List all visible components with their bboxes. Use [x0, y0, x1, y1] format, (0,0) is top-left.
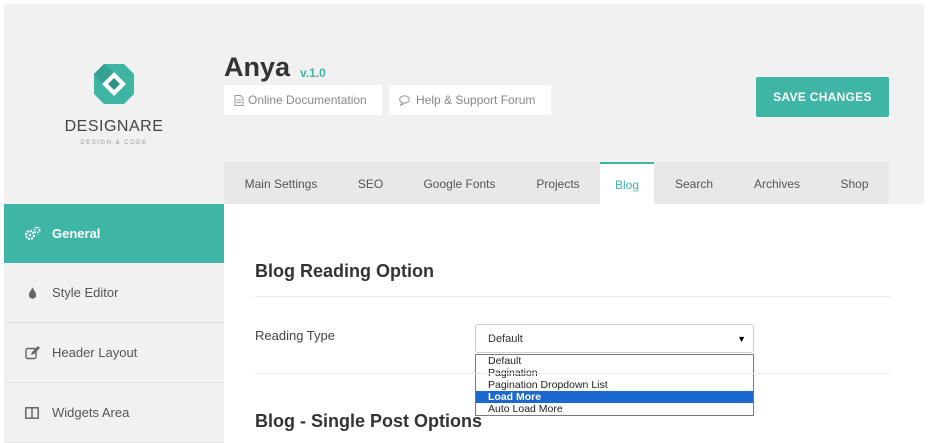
- caret-down-icon: ▼: [737, 334, 746, 344]
- brand-name: DESIGNARE: [64, 118, 164, 135]
- save-changes-button[interactable]: SAVE CHANGES: [756, 77, 889, 117]
- dropdown-option[interactable]: Default: [476, 355, 753, 367]
- gears-icon: [22, 226, 42, 241]
- reading-type-label: Reading Type: [255, 328, 335, 343]
- reading-type-dropdown: Default Pagination Pagination Dropdown L…: [475, 354, 754, 416]
- tab-seo[interactable]: SEO: [338, 162, 403, 204]
- help-support-forum-button[interactable]: Help & Support Forum: [389, 85, 551, 115]
- online-documentation-button[interactable]: Online Documentation: [224, 85, 382, 115]
- sidebar-item-label: General: [52, 226, 101, 241]
- dropdown-option[interactable]: Auto Load More: [476, 403, 753, 415]
- sidebar-item-label: Header Layout: [52, 345, 138, 360]
- theme-options-panel: DESIGNARE DESIGN & CODE Anya v.1.0 Onlin…: [4, 4, 924, 443]
- tab-projects[interactable]: Projects: [516, 162, 600, 204]
- theme-version: v.1.0: [300, 66, 326, 80]
- content-area: Blog Reading Option Reading Type Default…: [224, 204, 924, 443]
- tab-blog[interactable]: Blog: [600, 162, 654, 204]
- divider: [255, 373, 891, 374]
- sidebar-item-label: Widgets Area: [52, 405, 130, 420]
- dropdown-option[interactable]: Pagination Dropdown List: [476, 379, 753, 391]
- columns-icon: [22, 406, 42, 419]
- sidebar-item-header-layout[interactable]: Header Layout: [4, 323, 224, 383]
- document-icon: [234, 94, 244, 106]
- sidebar: General Style Editor Header Layout Widge…: [4, 204, 224, 443]
- comments-icon: [399, 94, 410, 106]
- divider: [255, 296, 891, 297]
- dropdown-option-highlighted[interactable]: Load More: [476, 391, 753, 403]
- sidebar-item-widgets-area[interactable]: Widgets Area: [4, 383, 224, 443]
- reading-type-select[interactable]: Default ▼: [475, 324, 754, 353]
- sidebar-item-general[interactable]: General: [4, 204, 224, 263]
- help-support-forum-label: Help & Support Forum: [416, 93, 536, 107]
- section-title-single-post: Blog - Single Post Options: [255, 411, 482, 431]
- reading-type-value: Default: [488, 333, 523, 345]
- tab-archives[interactable]: Archives: [734, 162, 820, 204]
- settings-tabs: Main Settings SEO Google Fonts Projects …: [224, 162, 889, 204]
- brand-logo: DESIGNARE DESIGN & CODE: [4, 62, 224, 146]
- tab-shop[interactable]: Shop: [820, 162, 889, 204]
- tab-google-fonts[interactable]: Google Fonts: [403, 162, 516, 204]
- section-title-blog-reading: Blog Reading Option: [255, 261, 434, 281]
- sidebar-item-style-editor[interactable]: Style Editor: [4, 263, 224, 323]
- logo-icon: [92, 62, 136, 106]
- theme-title: Anya: [224, 52, 291, 82]
- tab-main-settings[interactable]: Main Settings: [224, 162, 338, 204]
- tab-search[interactable]: Search: [654, 162, 734, 204]
- edit-icon: [22, 345, 42, 360]
- online-documentation-label: Online Documentation: [248, 93, 367, 107]
- brand-tagline: DESIGN & CODE: [80, 140, 148, 146]
- droplet-icon: [22, 287, 42, 299]
- sidebar-item-label: Style Editor: [52, 285, 119, 300]
